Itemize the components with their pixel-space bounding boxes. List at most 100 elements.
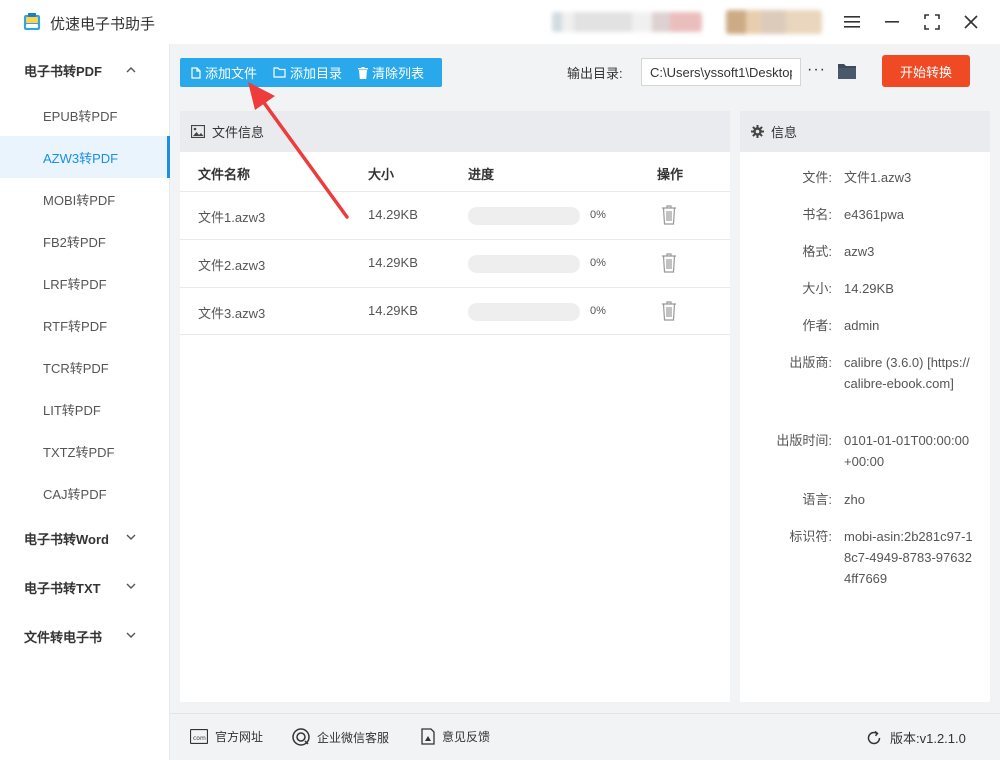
output-dir-label: 输出目录: (567, 66, 623, 81)
info-label: 出版时间: (776, 433, 832, 448)
sidebar-group-file-to-ebook[interactable]: 文件转电子书 (0, 614, 170, 658)
chevron-down-icon (126, 581, 136, 593)
clear-list-button[interactable]: 清除列表 (358, 63, 424, 82)
feedback-link[interactable]: 意见反馈 (421, 728, 490, 745)
folder-outline-icon (273, 67, 286, 78)
file-name: 文件3.azw3 (198, 306, 266, 321)
sidebar-item-label: TXTZ转PDF (43, 444, 115, 460)
sidebar-item-caj-to-pdf[interactable]: CAJ转PDF (0, 472, 170, 514)
group-label: 文件转电子书 (24, 629, 103, 645)
sidebar-item-mobi-to-pdf[interactable]: MOBI转PDF (0, 178, 170, 220)
sidebar-item-azw3-to-pdf[interactable]: AZW3转PDF (0, 136, 170, 178)
sidebar-item-label: AZW3转PDF (43, 150, 119, 166)
info-label: 书名: (802, 207, 832, 222)
trash-icon[interactable] (661, 253, 677, 273)
sidebar-item-epub-to-pdf[interactable]: EPUB转PDF (0, 94, 170, 136)
sidebar-item-label: CAJ转PDF (43, 486, 107, 502)
add-file-button[interactable]: 添加文件 (191, 63, 257, 82)
svg-text:com: com (193, 735, 206, 742)
sidebar-item-tcr-to-pdf[interactable]: TCR转PDF (0, 346, 170, 388)
add-file-label: 添加文件 (205, 66, 258, 81)
sidebar-item-fb2-to-pdf[interactable]: FB2转PDF (0, 220, 170, 262)
image-icon (191, 125, 205, 138)
folder-icon[interactable] (837, 62, 857, 80)
sidebar-group-ebook-to-pdf[interactable]: 电子书转PDF (0, 48, 170, 92)
column-header-name[interactable]: 文件名称 (198, 164, 250, 183)
info-value: 14.29KB (844, 281, 894, 296)
info-label: 出版商: (789, 355, 832, 370)
sidebar-item-label: MOBI转PDF (43, 192, 116, 208)
info-label: 标识符: (789, 529, 832, 544)
column-header-size[interactable]: 大小 (368, 164, 394, 183)
sidebar: 电子书转PDF EPUB转PDF AZW3转PDF MOBI转PDF FB2转P… (0, 44, 170, 760)
sidebar-item-rtf-to-pdf[interactable]: RTF转PDF (0, 304, 170, 346)
output-dir-input[interactable] (641, 58, 801, 86)
add-directory-label: 添加目录 (290, 66, 343, 81)
chevron-down-icon (126, 630, 136, 642)
file-name: 文件2.azw3 (198, 258, 266, 273)
sidebar-item-lrf-to-pdf[interactable]: LRF转PDF (0, 262, 170, 304)
table-row[interactable]: 文件3.azw3 14.29KB 0% (180, 287, 730, 335)
add-directory-button[interactable]: 添加目录 (273, 63, 342, 82)
blurred-account-info (552, 12, 702, 32)
chat-icon (292, 728, 310, 746)
chevron-up-icon (126, 64, 136, 76)
info-value: 0101-01-01T00:00:00+00:00 (844, 433, 970, 469)
info-value: e4361pwa (844, 207, 904, 222)
file-name: 文件1.azw3 (198, 210, 266, 225)
minimize-icon[interactable] (880, 10, 904, 34)
trash-icon[interactable] (661, 205, 677, 225)
chevron-down-icon (126, 532, 136, 544)
wechat-support-link[interactable]: 企业微信客服 (292, 728, 389, 746)
footer: com 官方网址 企业微信客服 意见反馈 版本:v1.2.1.0 (170, 713, 1000, 760)
info-panel-header: 信息 (740, 111, 990, 152)
table-row[interactable]: 文件1.azw3 14.29KB 0% (180, 191, 730, 239)
progress-bar (468, 255, 580, 273)
sidebar-group-ebook-to-txt[interactable]: 电子书转TXT (0, 565, 170, 609)
more-options-button[interactable]: ··· (807, 61, 826, 79)
info-value: 文件1.azw3 (844, 170, 912, 185)
sidebar-item-label: TCR转PDF (43, 360, 109, 376)
clear-list-label: 清除列表 (372, 66, 425, 81)
file-icon (191, 66, 201, 79)
start-convert-button[interactable]: 开始转换 (882, 55, 970, 87)
sidebar-item-txtz-to-pdf[interactable]: TXTZ转PDF (0, 430, 170, 472)
info-label: 文件: (802, 170, 832, 185)
progress-bar (468, 303, 580, 321)
maximize-icon[interactable] (920, 10, 944, 34)
trash-icon[interactable] (661, 301, 677, 321)
sidebar-item-label: RTF转PDF (43, 318, 108, 334)
sidebar-item-label: LRF转PDF (43, 276, 107, 292)
menu-icon[interactable] (840, 10, 864, 34)
close-icon[interactable] (959, 10, 983, 34)
file-button-group: 添加文件 添加目录 清除列表 (180, 58, 442, 87)
info-label: 语言: (802, 492, 832, 507)
official-website-link[interactable]: com 官方网址 (190, 728, 263, 745)
file-panel-header: 文件信息 (180, 111, 730, 152)
sidebar-item-lit-to-pdf[interactable]: LIT转PDF (0, 388, 170, 430)
column-header-progress[interactable]: 进度 (468, 164, 494, 183)
table-row[interactable]: 文件2.azw3 14.29KB 0% (180, 239, 730, 287)
app-title: 优速电子书助手 (50, 16, 156, 33)
refresh-icon (867, 730, 881, 744)
sidebar-group-ebook-to-word[interactable]: 电子书转Word (0, 516, 170, 560)
sidebar-item-label: LIT转PDF (43, 402, 101, 418)
version-label: 版本:v1.2.1.0 (890, 731, 966, 746)
app-logo-icon (24, 13, 40, 30)
file-size: 14.29KB (368, 303, 418, 318)
info-value: zho (844, 492, 865, 507)
info-label: 格式: (802, 244, 832, 259)
com-icon: com (190, 729, 208, 744)
group-label: 电子书转TXT (24, 580, 101, 596)
sidebar-item-label: FB2转PDF (43, 234, 106, 250)
info-panel: 信息 文件: 文件1.azw3 书名: e4361pwa 格式: azw3 大小… (740, 111, 990, 702)
blurred-user-avatar[interactable] (726, 10, 822, 34)
version-info[interactable]: 版本:v1.2.1.0 (866, 728, 966, 747)
info-value: azw3 (844, 244, 875, 259)
progress-percent: 0% (590, 305, 606, 317)
column-header-action: 操作 (657, 167, 684, 182)
info-value: admin (844, 318, 880, 333)
progress-percent: 0% (590, 209, 606, 221)
group-label: 电子书转PDF (24, 63, 103, 79)
info-value: calibre (3.6.0) [https://calibre-ebook.c… (844, 355, 970, 391)
